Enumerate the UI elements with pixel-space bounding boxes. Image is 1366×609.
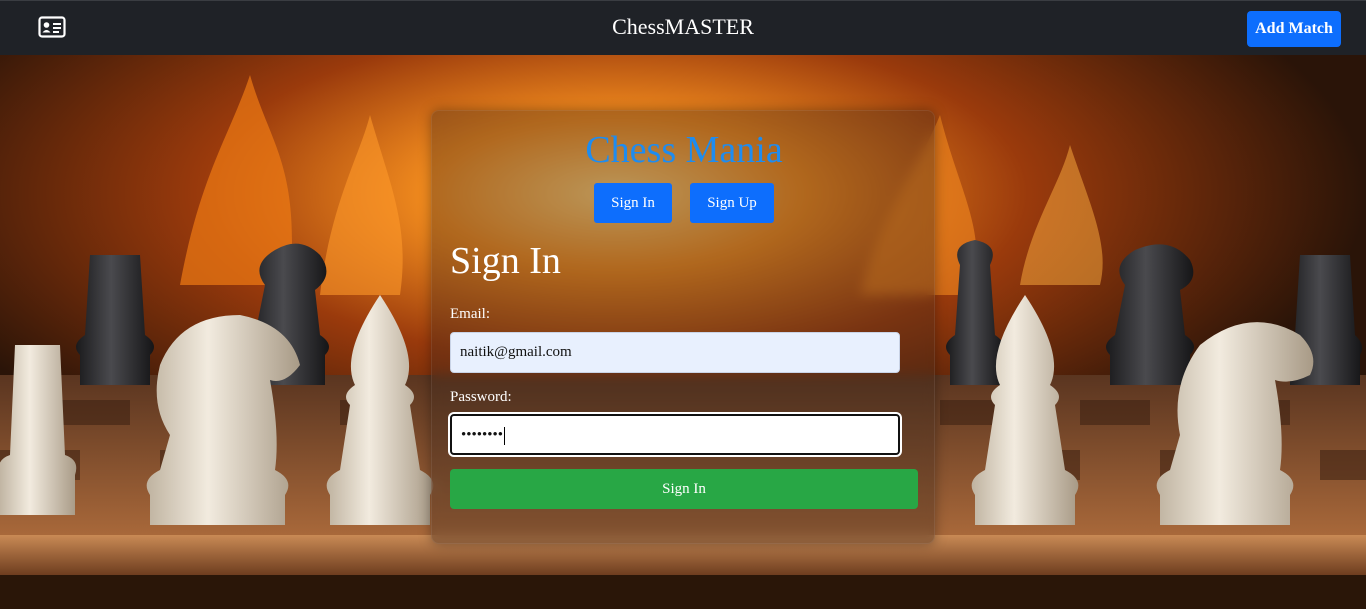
top-navbar: ChessMASTER Add Match <box>0 0 1366 55</box>
contact-card-icon[interactable] <box>38 16 66 38</box>
card-title: Chess Mania <box>585 129 783 171</box>
text-caret <box>504 426 506 445</box>
password-label: Password: <box>450 389 512 405</box>
sign-in-submit-button[interactable]: Sign In <box>450 469 918 509</box>
password-field[interactable]: •••••••• <box>450 414 900 455</box>
email-label: Email: <box>450 306 490 322</box>
form-heading: Sign In <box>450 240 561 282</box>
brand-title: ChessMASTER <box>612 14 754 39</box>
email-value: naitik@gmail.com <box>460 344 572 360</box>
tab-sign-up-button[interactable]: Sign Up <box>690 183 774 223</box>
email-field[interactable]: naitik@gmail.com <box>450 332 900 373</box>
add-match-button[interactable]: Add Match <box>1247 11 1341 47</box>
auth-card: Chess Mania Sign In Sign Up Sign In Emai… <box>431 110 935 544</box>
password-value: •••••••• <box>461 427 504 443</box>
tab-sign-in-button[interactable]: Sign In <box>594 183 672 223</box>
